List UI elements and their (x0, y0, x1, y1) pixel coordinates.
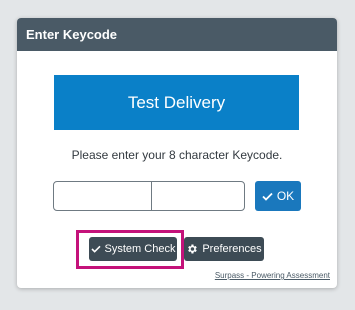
system-check-button[interactable]: System Check (89, 237, 177, 261)
keycode-input-group (53, 181, 245, 211)
ok-label: OK (276, 189, 295, 203)
check-icon (262, 192, 273, 201)
check-icon (90, 245, 101, 253)
keycode-input-part1[interactable] (54, 182, 152, 210)
keycode-dialog: Enter Keycode Test Delivery Please enter… (17, 18, 337, 288)
ok-button[interactable]: OK (255, 181, 301, 211)
banner-text: Test Delivery (127, 92, 226, 112)
preferences-label: Preferences (202, 243, 262, 255)
test-delivery-banner: Test Delivery (54, 75, 299, 130)
dialog-title: Enter Keycode (26, 27, 118, 42)
dialog-header: Enter Keycode (17, 18, 337, 51)
gear-icon (186, 243, 198, 255)
system-check-label: System Check (104, 243, 176, 255)
surpass-footer-link[interactable]: Surpass - Powering Assessment (215, 271, 330, 280)
keycode-input-part2[interactable] (152, 182, 244, 210)
keycode-prompt: Please enter your 8 character Keycode. (71, 148, 283, 162)
preferences-button[interactable]: Preferences (184, 237, 264, 261)
